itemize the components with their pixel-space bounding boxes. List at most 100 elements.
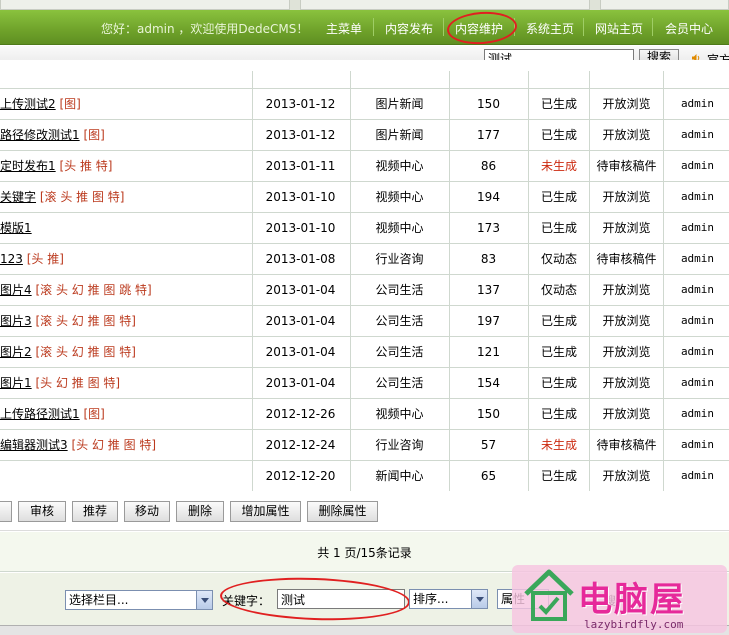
category-select[interactable]: 选择栏目... <box>65 590 213 610</box>
category-cell[interactable]: 公司生活 <box>351 337 448 367</box>
delete-button[interactable]: 删除 <box>176 501 224 522</box>
article-title-link[interactable]: 定时发布1 <box>0 159 56 173</box>
click-count: 173 <box>477 221 500 235</box>
publish-status: 已生成 <box>540 128 577 142</box>
article-title-link[interactable]: 上传测试2 <box>0 97 56 111</box>
move-button[interactable]: 移动 <box>124 501 170 522</box>
browse-permission: 开放浏览 <box>602 376 651 390</box>
nav-main-menu[interactable]: 主菜单 <box>326 20 362 37</box>
category-cell[interactable]: 视频中心 <box>351 151 448 181</box>
article-title-link[interactable]: 上传路径测试1 <box>0 407 80 421</box>
select-all-button[interactable] <box>0 501 12 522</box>
article-title-link[interactable]: 模版1 <box>0 221 32 235</box>
table-row: 图片4 [滚 头 幻 推 图 跳 特] 2013-01-04 公司生活 137 仅动态 开… <box>0 275 729 306</box>
category-cell[interactable]: 公司生活 <box>351 275 448 305</box>
article-title-link[interactable]: 123 <box>0 252 23 266</box>
publish-status: 未生成 <box>540 438 577 452</box>
table-row: 关键字 [滚 头 推 图 特] 2013-01-10 视频中心 194 已生成 开放浏览 a… <box>0 182 729 213</box>
browser-tab-strip <box>0 0 729 10</box>
category-cell[interactable]: 图片新闻 <box>351 89 448 119</box>
click-count: 83 <box>480 252 497 266</box>
article-title-cell: 编辑器测试3 [头 幻 推 图 特] <box>0 430 156 460</box>
greeting-text: 您好：admin ，欢迎使用DedeCMS！ <box>101 22 309 36</box>
category-select-value: 选择栏目... <box>69 593 129 607</box>
nav-system-home[interactable]: 系统主页 <box>526 20 574 37</box>
article-attributes: [滚 头 幻 推 图 特] <box>35 314 136 328</box>
table-row <box>0 60 729 89</box>
update-date: 2013-01-12 <box>265 128 336 142</box>
sort-select-value: 排序... <box>413 592 449 606</box>
category-cell[interactable]: 视频中心 <box>351 213 448 243</box>
publish-status: 已生成 <box>540 221 577 235</box>
author-cell: admin <box>680 252 715 265</box>
nav-divider <box>373 18 374 36</box>
click-count: 197 <box>477 314 500 328</box>
article-title-cell: 123 [头 推] <box>0 244 64 274</box>
house-icon <box>524 569 574 621</box>
browser-tab[interactable] <box>0 0 290 10</box>
article-attributes: [头 推 特] <box>59 159 113 173</box>
table-row: 模版1 2013-01-10 视频中心 173 已生成 开放浏览 admin <box>0 213 729 244</box>
category-cell[interactable]: 行业咨询 <box>351 244 448 274</box>
category-cell[interactable] <box>351 60 448 90</box>
article-title-link[interactable]: 路径修改测试1 <box>0 128 80 142</box>
browser-tab[interactable] <box>300 0 590 10</box>
update-date: 2013-01-08 <box>265 252 336 266</box>
update-date: 2013-01-12 <box>265 97 336 111</box>
browse-permission: 待审核稿件 <box>596 159 657 173</box>
publish-status: 已生成 <box>540 345 577 359</box>
click-count: 65 <box>480 469 497 483</box>
author-cell: admin <box>680 283 715 296</box>
remove-attribute-button[interactable]: 删除属性 <box>307 501 378 522</box>
article-title-cell: 模版1 <box>0 213 32 243</box>
publish-status: 仅动态 <box>540 283 577 297</box>
author-cell: admin <box>680 190 715 203</box>
category-cell[interactable]: 公司生活 <box>351 368 448 398</box>
category-cell[interactable]: 公司生活 <box>351 306 448 336</box>
category-cell[interactable]: 视频中心 <box>351 182 448 212</box>
article-title-link[interactable]: 编辑器测试3 <box>0 438 68 452</box>
author-cell: admin <box>680 438 715 451</box>
publish-status: 已生成 <box>540 97 577 111</box>
author-cell: admin <box>680 128 715 141</box>
pager-text: 共 1 页/15条记录 <box>317 546 412 560</box>
article-attributes: [滚 头 幻 推 图 跳 特] <box>35 283 152 297</box>
browser-tab[interactable] <box>600 0 729 10</box>
category-cell[interactable]: 行业咨询 <box>351 430 448 460</box>
recommend-button[interactable]: 推荐 <box>72 501 118 522</box>
audit-button[interactable]: 审核 <box>18 501 66 522</box>
article-title-link[interactable]: 图片1 <box>0 376 32 390</box>
author-cell: admin <box>680 407 715 420</box>
nav-content-publish[interactable]: 内容发布 <box>385 20 433 37</box>
nav-member-center[interactable]: 会员中心 <box>665 20 713 37</box>
browse-permission: 待审核稿件 <box>596 438 657 452</box>
article-title-link[interactable]: 图片3 <box>0 314 32 328</box>
article-title-link[interactable]: 图片4 <box>0 283 32 297</box>
category-cell[interactable]: 新闻中心 <box>351 461 448 491</box>
article-attributes: [头 幻 推 图 特] <box>71 438 157 452</box>
article-title-cell: 图片1 [头 幻 推 图 特] <box>0 368 120 398</box>
nav-site-home[interactable]: 网站主页 <box>595 20 643 37</box>
author-cell: admin <box>680 376 715 389</box>
article-title-link[interactable]: 关键字 <box>0 190 36 204</box>
sort-select[interactable]: 排序... <box>409 589 488 609</box>
update-date: 2013-01-10 <box>265 221 336 235</box>
add-attribute-button[interactable]: 增加属性 <box>230 501 301 522</box>
publish-status: 已生成 <box>540 376 577 390</box>
article-title-cell: 上传路径测试1 [图] <box>0 399 105 429</box>
click-count: 150 <box>477 97 500 111</box>
update-date: 2013-01-04 <box>265 283 336 297</box>
publish-status: 已生成 <box>540 190 577 204</box>
category-cell[interactable]: 视频中心 <box>351 399 448 429</box>
browse-permission: 开放浏览 <box>602 128 651 142</box>
browse-permission: 开放浏览 <box>602 283 651 297</box>
table-column-divider <box>350 71 351 491</box>
update-date: 2012-12-26 <box>265 407 336 421</box>
browse-permission: 开放浏览 <box>602 221 651 235</box>
category-cell[interactable]: 图片新闻 <box>351 120 448 150</box>
author-cell: admin <box>680 314 715 327</box>
click-count: 57 <box>480 438 497 452</box>
update-date: 2013-01-04 <box>265 376 336 390</box>
article-title-link[interactable]: 图片2 <box>0 345 32 359</box>
browse-permission <box>590 60 663 90</box>
